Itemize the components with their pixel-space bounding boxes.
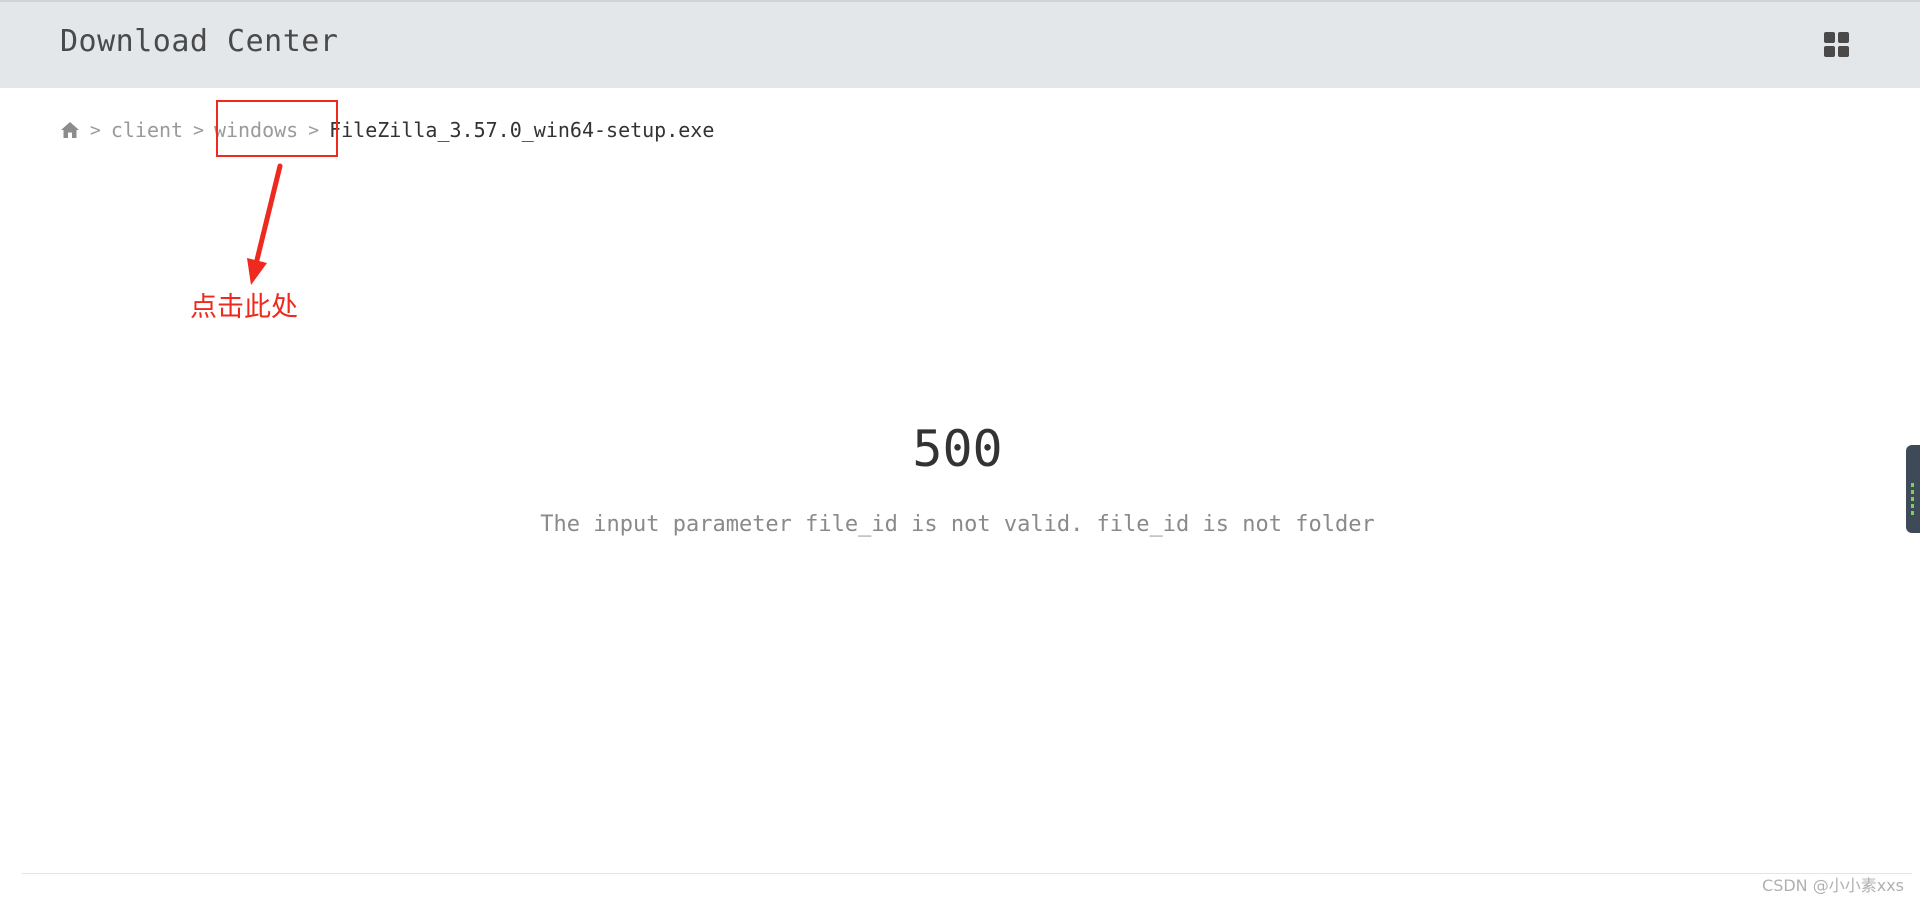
side-widget-indicator xyxy=(1911,511,1914,515)
home-icon[interactable] xyxy=(60,120,80,140)
page: Download Center > client > windows > Fil… xyxy=(0,0,1920,903)
breadcrumb-separator: > xyxy=(193,119,204,141)
side-widget-indicator xyxy=(1911,497,1914,501)
footer-divider xyxy=(22,873,1912,874)
annotation-label: 点击此处 xyxy=(190,292,298,323)
breadcrumb-item-current-file: FileZilla_3.57.0_win64-setup.exe xyxy=(329,118,715,142)
grid-icon-cell xyxy=(1824,46,1835,57)
page-title: Download Center xyxy=(60,24,339,59)
grid-menu-button[interactable] xyxy=(1824,32,1850,58)
breadcrumb: > client > windows > FileZilla_3.57.0_wi… xyxy=(60,116,714,144)
grid-icon-cell xyxy=(1838,32,1849,43)
error-code: 500 xyxy=(912,420,1003,478)
annotation-highlight-box xyxy=(216,100,338,157)
grid-icon xyxy=(1824,32,1835,43)
watermark: CSDN @小小素xxs xyxy=(1762,876,1904,895)
annotation-arrow-icon xyxy=(247,163,283,285)
side-widget-handle[interactable] xyxy=(1906,445,1920,533)
breadcrumb-separator: > xyxy=(90,119,101,141)
error-message: The input parameter file_id is not valid… xyxy=(540,512,1375,537)
side-widget-indicator xyxy=(1911,504,1914,508)
side-widget-indicator xyxy=(1911,490,1914,494)
side-widget-indicator xyxy=(1911,483,1914,487)
grid-icon-cell xyxy=(1838,46,1849,57)
breadcrumb-item-client[interactable]: client xyxy=(111,118,183,142)
header-bar: Download Center xyxy=(0,0,1920,88)
